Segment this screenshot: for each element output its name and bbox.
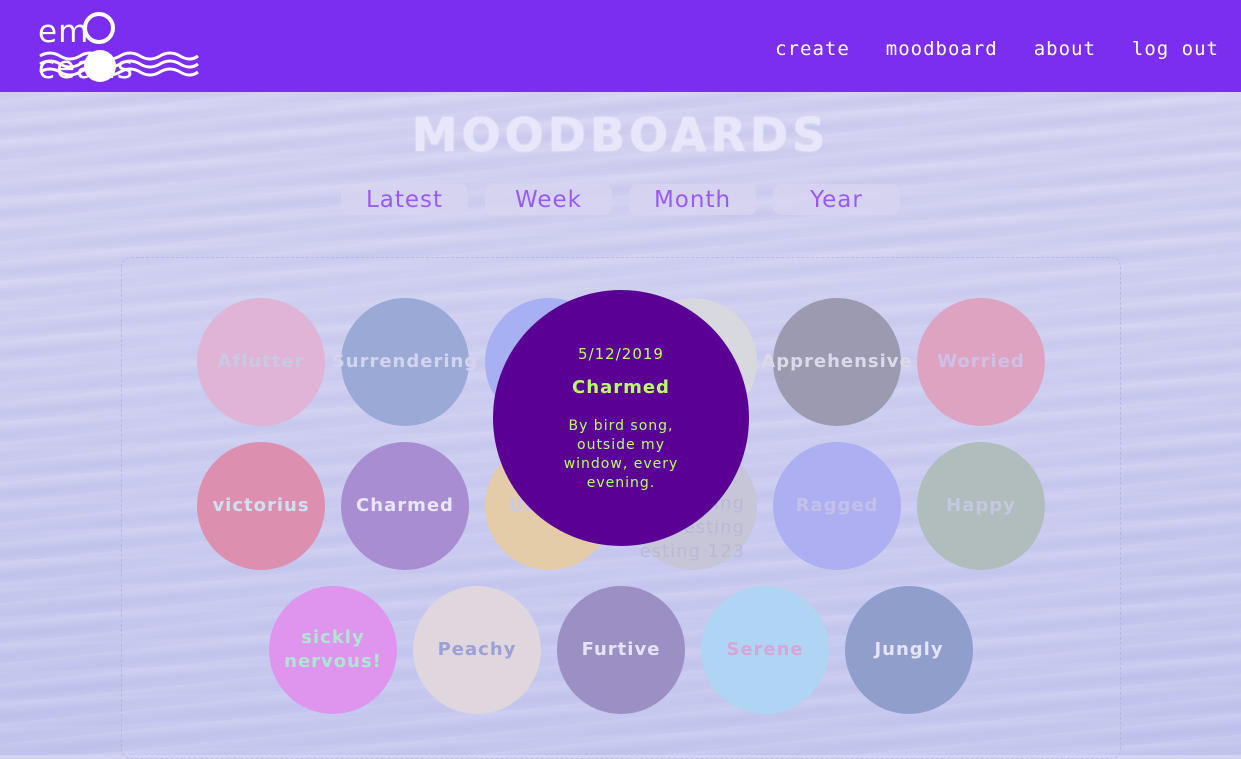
mood-circle-jungly[interactable]: Jungly bbox=[845, 586, 973, 714]
mood-detail-popup[interactable]: 5/12/2019 Charmed By bird song, outside … bbox=[493, 290, 749, 546]
mood-circle-worried[interactable]: Worried bbox=[917, 298, 1045, 426]
mood-circle-surrendering[interactable]: Surrendering bbox=[332, 298, 477, 426]
filter-month-button[interactable]: Month bbox=[629, 184, 756, 215]
mood-circle-sickly-nervous[interactable]: sickly nervous! bbox=[269, 586, 397, 714]
popup-date: 5/12/2019 bbox=[578, 345, 664, 363]
mood-circle-furtive[interactable]: Furtive bbox=[557, 586, 685, 714]
mood-label: Peachy bbox=[437, 639, 517, 660]
mood-label: victorius bbox=[212, 495, 310, 516]
mood-label: Surrendering bbox=[331, 351, 479, 372]
nav-create-link[interactable]: create bbox=[775, 38, 850, 60]
nav-logout-link[interactable]: log out bbox=[1132, 38, 1219, 60]
mood-circle-serene[interactable]: Serene bbox=[701, 586, 829, 714]
filter-latest-button[interactable]: Latest bbox=[341, 184, 468, 215]
mood-circle-charmed[interactable]: Charmed bbox=[341, 442, 469, 570]
mood-label: Ragged bbox=[795, 495, 879, 516]
mood-circle-apprehensive[interactable]: Apprehensive bbox=[761, 298, 912, 426]
mood-label: Apprehensive bbox=[761, 351, 913, 372]
filter-year-button[interactable]: Year bbox=[773, 184, 900, 215]
top-navbar: emceans create moodboard about log out bbox=[0, 0, 1241, 92]
nav-about-link[interactable]: about bbox=[1034, 38, 1096, 60]
page-title: MOODBOARDS bbox=[411, 108, 830, 162]
emoceans-logo[interactable]: emceans bbox=[38, 4, 200, 86]
mood-label: Worried bbox=[937, 351, 1025, 372]
mood-label: sickly nervous! bbox=[284, 627, 382, 672]
mood-label: Aflutter bbox=[217, 351, 305, 372]
popup-emotion: Charmed bbox=[572, 377, 670, 398]
mood-circle-ragged[interactable]: Ragged bbox=[773, 442, 901, 570]
brand-text: emceans bbox=[38, 14, 134, 86]
mood-label: Charmed bbox=[356, 495, 454, 516]
time-filter-tabs: Latest Week Month Year bbox=[341, 184, 901, 215]
mood-circle-happy[interactable]: Happy bbox=[917, 442, 1045, 570]
mood-label: Serene bbox=[726, 639, 804, 660]
nav-moodboard-link[interactable]: moodboard bbox=[886, 38, 998, 60]
mood-label: Furtive bbox=[581, 639, 661, 660]
mood-circle-victorius[interactable]: victorius bbox=[197, 442, 325, 570]
mood-circle-peachy[interactable]: Peachy bbox=[413, 586, 541, 714]
mood-circle-aflutter[interactable]: Aflutter bbox=[197, 298, 325, 426]
main-nav: create moodboard about log out bbox=[775, 38, 1219, 60]
mood-label: Jungly bbox=[874, 639, 944, 660]
filter-week-button[interactable]: Week bbox=[485, 184, 612, 215]
popup-note: By bird song, outside my window, every e… bbox=[563, 418, 679, 491]
mood-label: Happy bbox=[946, 495, 1016, 516]
